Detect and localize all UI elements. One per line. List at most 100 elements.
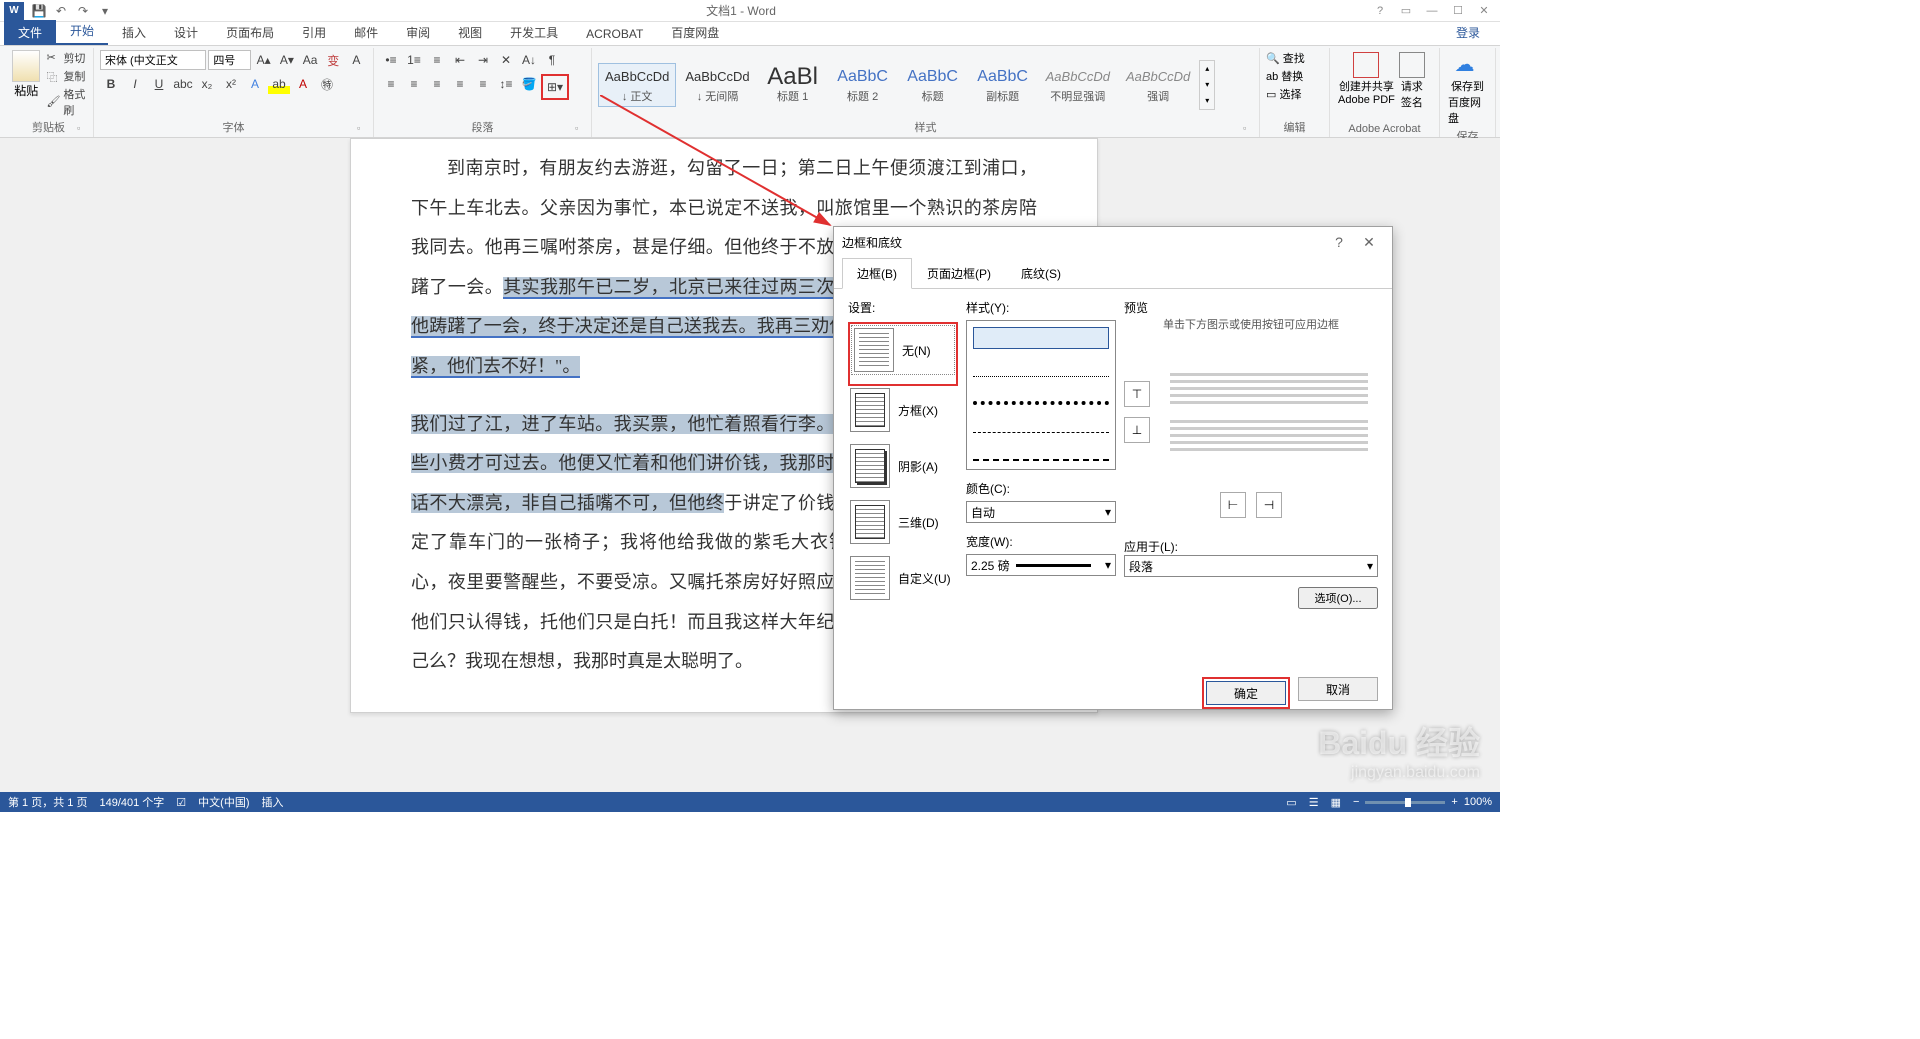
font-dialog-launcher[interactable]: ▫ xyxy=(357,123,369,135)
replace-button[interactable]: ab 替换 xyxy=(1266,68,1323,84)
style-heading2[interactable]: AaBbC标题 2 xyxy=(829,63,897,107)
word-count[interactable]: 149/401 个字 xyxy=(99,794,164,810)
paste-button[interactable]: 粘贴 xyxy=(10,50,42,119)
font-color-icon[interactable]: A xyxy=(292,74,314,94)
clipboard-dialog-launcher[interactable]: ▫ xyxy=(77,123,89,135)
zoom-level[interactable]: 100% xyxy=(1464,796,1492,808)
inc-indent-icon[interactable]: ⇥ xyxy=(472,50,494,70)
font-family-combo[interactable]: 宋体 (中文正文 xyxy=(100,50,206,70)
distribute-icon[interactable]: ≡ xyxy=(472,74,494,94)
style-subtle-emph[interactable]: AaBbCcDd不明显强调 xyxy=(1039,63,1117,107)
qat-more-icon[interactable]: ▾ xyxy=(96,2,114,20)
insert-mode[interactable]: 插入 xyxy=(262,794,284,810)
sort-icon[interactable]: A↓ xyxy=(518,50,540,70)
style-dash2[interactable] xyxy=(973,439,1109,461)
tab-home[interactable]: 开始 xyxy=(56,18,108,45)
style-title[interactable]: AaBbC标题 xyxy=(899,63,967,107)
change-case-icon[interactable]: Aa xyxy=(299,50,320,70)
width-combo[interactable]: 2.25 磅 xyxy=(966,554,1116,576)
tab-design[interactable]: 设计 xyxy=(160,20,212,45)
ribbon-opts-icon[interactable]: ▭ xyxy=(1394,2,1418,20)
subscript-button[interactable]: x₂ xyxy=(196,74,218,94)
view-web-icon[interactable]: ▦ xyxy=(1331,796,1341,809)
create-pdf-button[interactable]: 创建并共享Adobe PDF xyxy=(1336,50,1397,123)
tab-developer[interactable]: 开发工具 xyxy=(496,20,572,45)
numbering-icon[interactable]: 1≡ xyxy=(403,50,425,70)
strike-button[interactable]: abc xyxy=(172,74,194,94)
italic-button[interactable]: I xyxy=(124,74,146,94)
maximize-icon[interactable]: ☐ xyxy=(1446,2,1470,20)
border-left-button[interactable]: ⊢ xyxy=(1220,492,1246,518)
tab-view[interactable]: 视图 xyxy=(444,20,496,45)
bold-button[interactable]: B xyxy=(100,74,122,94)
find-button[interactable]: 🔍 查找 xyxy=(1266,50,1323,66)
phonetic-icon[interactable]: 变 xyxy=(323,50,344,70)
align-right-icon[interactable]: ≡ xyxy=(426,74,448,94)
borders-button-highlighted[interactable]: ⊞▾ xyxy=(541,74,569,100)
style-dot1[interactable] xyxy=(973,355,1109,377)
minimize-icon[interactable]: — xyxy=(1420,2,1444,20)
dtab-border[interactable]: 边框(B) xyxy=(842,258,912,289)
tab-references[interactable]: 引用 xyxy=(288,20,340,45)
asian-layout-icon[interactable]: ✕ xyxy=(495,50,517,70)
highlight-icon[interactable]: ab xyxy=(268,74,290,94)
spellcheck-icon[interactable]: ☑ xyxy=(176,796,186,809)
tab-acrobat[interactable]: ACROBAT xyxy=(572,23,657,45)
ok-button[interactable]: 确定 xyxy=(1206,681,1286,705)
style-dash1[interactable] xyxy=(973,411,1109,433)
styles-dialog-launcher[interactable]: ▫ xyxy=(1243,123,1255,135)
dtab-shading[interactable]: 底纹(S) xyxy=(1006,258,1076,289)
border-top-button[interactable]: ⊤ xyxy=(1124,381,1150,407)
multilevel-icon[interactable]: ≡ xyxy=(426,50,448,70)
zoom-slider[interactable] xyxy=(1365,801,1445,804)
style-heading1[interactable]: AaBl标题 1 xyxy=(759,63,827,107)
cancel-button[interactable]: 取消 xyxy=(1298,677,1378,701)
style-normal[interactable]: AaBbCcDd↓ 正文 xyxy=(598,63,676,107)
redo-icon[interactable]: ↷ xyxy=(74,2,92,20)
apply-combo[interactable]: 段落 xyxy=(1124,555,1378,577)
tab-layout[interactable]: 页面布局 xyxy=(212,20,288,45)
zoom-in-icon[interactable]: + xyxy=(1451,796,1457,808)
dialog-titlebar[interactable]: 边框和底纹 ? ✕ xyxy=(834,227,1392,257)
paragraph-dialog-launcher[interactable]: ▫ xyxy=(575,123,587,135)
copy-button[interactable]: ⿻复制 xyxy=(46,68,87,84)
save-baidu-button[interactable]: ☁保存到百度网盘 xyxy=(1446,50,1489,128)
style-subtitle[interactable]: AaBbC副标题 xyxy=(969,63,1037,107)
dialog-close-icon[interactable]: ✕ xyxy=(1354,234,1384,251)
view-print-icon[interactable]: ▭ xyxy=(1286,796,1296,809)
style-dot2[interactable] xyxy=(973,383,1109,405)
tab-review[interactable]: 审阅 xyxy=(392,20,444,45)
undo-icon[interactable]: ↶ xyxy=(52,2,70,20)
setting-none[interactable]: 无(N) xyxy=(852,326,954,374)
format-painter-button[interactable]: 🖌格式刷 xyxy=(46,86,87,118)
select-button[interactable]: ▭ 选择 xyxy=(1266,86,1323,102)
border-right-button[interactable]: ⊣ xyxy=(1256,492,1282,518)
grow-font-icon[interactable]: A▴ xyxy=(253,50,274,70)
style-emphasis[interactable]: AaBbCcDd强调 xyxy=(1119,63,1197,107)
options-button[interactable]: 选项(O)... xyxy=(1298,587,1378,609)
tab-mailings[interactable]: 邮件 xyxy=(340,20,392,45)
bullets-icon[interactable]: •≡ xyxy=(380,50,402,70)
shading-icon[interactable]: 🪣 xyxy=(518,74,540,94)
color-combo[interactable]: 自动 xyxy=(966,501,1116,523)
tab-baidu[interactable]: 百度网盘 xyxy=(657,20,733,45)
setting-box[interactable]: 方框(X) xyxy=(848,386,958,434)
tab-insert[interactable]: 插入 xyxy=(108,20,160,45)
close-icon[interactable]: ✕ xyxy=(1472,2,1496,20)
tab-file[interactable]: 文件 xyxy=(4,20,56,45)
justify-icon[interactable]: ≡ xyxy=(449,74,471,94)
align-center-icon[interactable]: ≡ xyxy=(403,74,425,94)
save-icon[interactable]: 💾 xyxy=(30,2,48,20)
text-effect-icon[interactable]: A xyxy=(244,74,266,94)
align-left-icon[interactable]: ≡ xyxy=(380,74,402,94)
setting-3d[interactable]: 三维(D) xyxy=(848,498,958,546)
styles-down-icon[interactable]: ▾ xyxy=(1200,77,1214,93)
style-nospacing[interactable]: AaBbCcDd↓ 无间隔 xyxy=(678,63,756,107)
line-spacing-icon[interactable]: ↕≡ xyxy=(495,74,517,94)
setting-shadow[interactable]: 阴影(A) xyxy=(848,442,958,490)
language[interactable]: 中文(中国) xyxy=(198,794,249,810)
dtab-page-border[interactable]: 页面边框(P) xyxy=(912,258,1006,289)
styles-up-icon[interactable]: ▴ xyxy=(1200,61,1214,77)
styles-more-icon[interactable]: ▾ xyxy=(1200,93,1214,109)
cut-button[interactable]: ✂剪切 xyxy=(46,50,87,66)
